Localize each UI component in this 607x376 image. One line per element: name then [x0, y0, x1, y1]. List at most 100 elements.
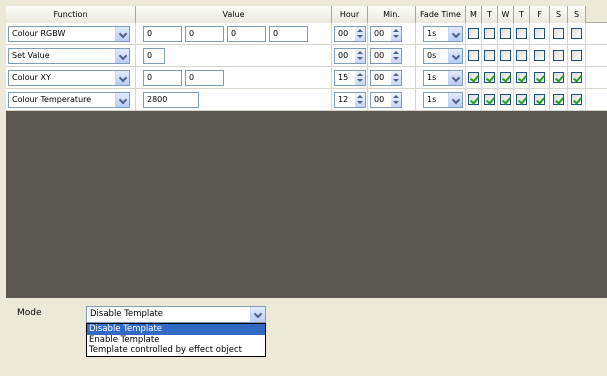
chevron-down-icon[interactable] [115, 27, 129, 41]
spinner-arrows-icon[interactable] [391, 71, 401, 85]
header-min[interactable]: Min. [368, 6, 416, 23]
value-field[interactable]: 0 [185, 70, 224, 86]
day-checkbox[interactable] [571, 50, 582, 61]
function-select[interactable]: Colour XY [8, 70, 130, 86]
fade-time-select[interactable]: 1s [423, 26, 463, 42]
value-field[interactable]: 0 [143, 26, 182, 42]
day-checkbox[interactable] [468, 72, 479, 83]
value-field[interactable]: 0 [143, 48, 165, 64]
minute-spinner[interactable]: 00 [370, 92, 402, 108]
hour-spinner[interactable]: 12 [334, 92, 366, 108]
header-hour[interactable]: Hour [332, 6, 368, 23]
table-row: Colour RGBW 0 0 0 0 00 00 1s [6, 23, 607, 45]
spinner-arrows-icon[interactable] [355, 71, 365, 85]
spinner-arrows-icon[interactable] [391, 27, 401, 41]
day-checkbox[interactable] [571, 72, 582, 83]
day-checkbox[interactable] [468, 50, 479, 61]
day-checkbox[interactable] [553, 28, 564, 39]
header-day-fri[interactable]: F [530, 6, 550, 23]
value-field[interactable]: 0 [143, 70, 182, 86]
fade-time-value: 1s [427, 95, 437, 104]
header-value[interactable]: Value [136, 6, 332, 23]
function-select[interactable]: Colour Temperature [8, 92, 130, 108]
day-checkbox[interactable] [468, 28, 479, 39]
minute-spinner[interactable]: 00 [370, 70, 402, 86]
header-day-thu[interactable]: T [514, 6, 530, 23]
chevron-down-icon[interactable] [448, 49, 462, 63]
hour-spinner[interactable]: 00 [334, 48, 366, 64]
day-checkbox[interactable] [468, 94, 479, 105]
spinner-arrows-icon[interactable] [391, 49, 401, 63]
mode-option-template-effect-object[interactable]: Template controlled by effect object [87, 345, 265, 356]
day-checkbox[interactable] [534, 28, 545, 39]
fade-time-value: 0s [427, 51, 437, 60]
chevron-down-icon[interactable] [115, 71, 129, 85]
mode-label: Mode [17, 308, 42, 318]
minute-spinner[interactable]: 00 [370, 26, 402, 42]
header-function[interactable]: Function [6, 6, 136, 23]
mode-option-enable-template[interactable]: Enable Template [87, 335, 265, 346]
chevron-down-icon[interactable] [448, 71, 462, 85]
header-day-mon[interactable]: M [466, 6, 482, 23]
header-fade-time[interactable]: Fade Time [416, 6, 466, 23]
minute-value: 00 [374, 51, 385, 60]
mode-select[interactable]: Disable Template [86, 306, 266, 323]
fade-time-select[interactable]: 0s [423, 48, 463, 64]
day-checkbox[interactable] [571, 28, 582, 39]
spinner-arrows-icon[interactable] [391, 93, 401, 107]
header-day-tue[interactable]: T [482, 6, 498, 23]
spinner-arrows-icon[interactable] [355, 27, 365, 41]
day-checkbox[interactable] [571, 94, 582, 105]
header-day-wed[interactable]: W [498, 6, 514, 23]
day-checkbox[interactable] [516, 72, 527, 83]
chevron-down-icon[interactable] [448, 27, 462, 41]
chevron-down-icon[interactable] [115, 49, 129, 63]
fade-time-value: 1s [427, 73, 437, 82]
spinner-arrows-icon[interactable] [355, 93, 365, 107]
day-checkbox[interactable] [553, 94, 564, 105]
function-value: Set Value [12, 51, 50, 60]
day-checkbox[interactable] [516, 50, 527, 61]
day-checkbox[interactable] [534, 72, 545, 83]
day-checkbox[interactable] [484, 50, 495, 61]
chevron-down-icon[interactable] [250, 307, 265, 322]
chevron-down-icon[interactable] [448, 93, 462, 107]
day-checkbox[interactable] [484, 72, 495, 83]
chevron-down-icon[interactable] [115, 93, 129, 107]
mode-option-disable-template[interactable]: Disable Template [87, 324, 265, 335]
minute-spinner[interactable]: 00 [370, 48, 402, 64]
day-checkbox[interactable] [500, 72, 511, 83]
day-checkbox[interactable] [500, 28, 511, 39]
function-select[interactable]: Set Value [8, 48, 130, 64]
day-checkbox[interactable] [516, 28, 527, 39]
day-checkbox[interactable] [484, 94, 495, 105]
day-checkbox[interactable] [553, 72, 564, 83]
hour-spinner[interactable]: 00 [334, 26, 366, 42]
hour-value: 12 [338, 95, 349, 104]
day-checkbox[interactable] [553, 50, 564, 61]
header-day-sat[interactable]: S [550, 6, 568, 23]
function-value: Colour RGBW [12, 29, 66, 38]
grid-header: Function Value Hour Min. Fade Time M T W… [6, 6, 607, 23]
fade-time-select[interactable]: 1s [423, 70, 463, 86]
function-value: Colour XY [12, 73, 51, 82]
value-field[interactable]: 0 [269, 26, 308, 42]
day-checkbox[interactable] [516, 94, 527, 105]
mode-dropdown-list: Disable Template Enable Template Templat… [86, 323, 266, 357]
day-checkbox[interactable] [500, 50, 511, 61]
minute-value: 00 [374, 73, 385, 82]
day-checkbox[interactable] [534, 94, 545, 105]
day-checkbox[interactable] [484, 28, 495, 39]
day-checkbox[interactable] [534, 50, 545, 61]
value-field[interactable]: 0 [185, 26, 224, 42]
value-field[interactable]: 0 [227, 26, 266, 42]
value-field[interactable]: 2800 [143, 92, 199, 108]
function-select[interactable]: Colour RGBW [8, 26, 130, 42]
fade-time-value: 1s [427, 29, 437, 38]
header-day-sun[interactable]: S [568, 6, 586, 23]
day-checkbox[interactable] [500, 94, 511, 105]
spinner-arrows-icon[interactable] [355, 49, 365, 63]
hour-spinner[interactable]: 15 [334, 70, 366, 86]
table-row: Colour Temperature 2800 12 00 1s [6, 89, 607, 111]
fade-time-select[interactable]: 1s [423, 92, 463, 108]
